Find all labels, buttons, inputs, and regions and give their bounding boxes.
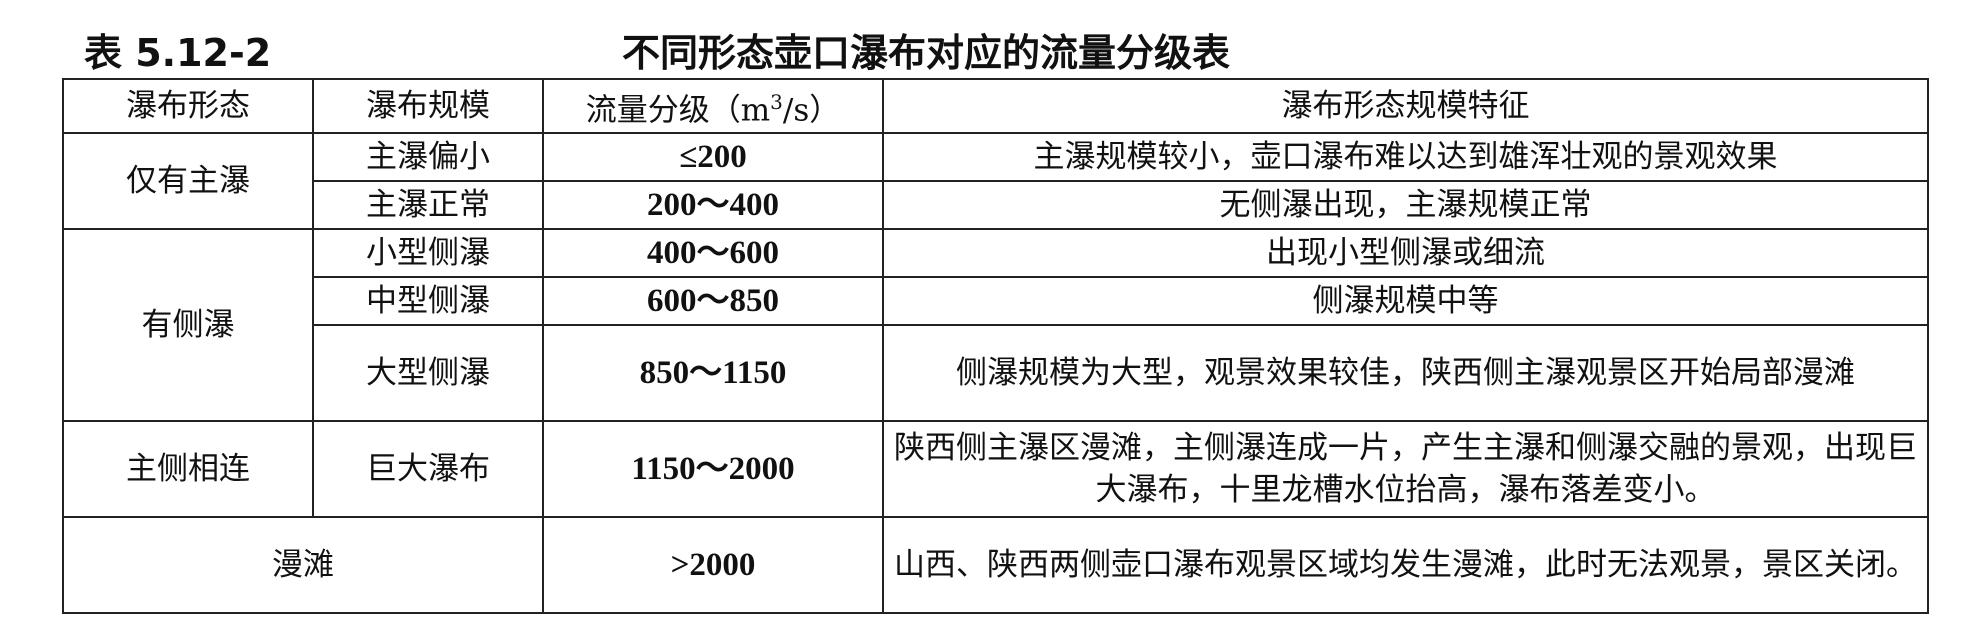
cell-feature: 主瀑规模较小，壶口瀑布难以达到雄浑壮观的景观效果 xyxy=(882,132,1929,183)
cell-feature: 无侧瀑出现，主瀑规模正常 xyxy=(882,180,1929,231)
cell-feature: 侧瀑规模中等 xyxy=(882,276,1929,327)
cell-scale: 主瀑正常 xyxy=(312,180,544,231)
cell-flow: ≤200 xyxy=(542,132,884,183)
cell-feature: 侧瀑规模为大型，观景效果较佳，陕西侧主瀑观景区开始局部漫滩 xyxy=(882,324,1929,423)
cell-scale: 中型侧瀑 xyxy=(312,276,544,327)
cell-form: 仅有主瀑 xyxy=(62,132,314,231)
header-scale: 瀑布规模 xyxy=(312,77,544,135)
header-flow-unit: /s） xyxy=(782,92,841,129)
table-row: 主瀑正常 200～400 无侧瀑出现，主瀑规模正常 xyxy=(63,180,1929,231)
table-number: 表 5.12-2 xyxy=(84,31,272,75)
cell-flow: 850～1150 xyxy=(542,324,884,423)
cell-flow: >2000 xyxy=(542,516,884,615)
cell-form: 有侧瀑 xyxy=(62,228,314,423)
table-header-row: 瀑布形态 瀑布规模 流量分级（m3/s） 瀑布形态规模特征 xyxy=(62,77,1929,135)
table-row: 中型侧瀑 600～850 侧瀑规模中等 xyxy=(63,276,1929,327)
table-row: 主侧相连 巨大瀑布 1150～2000 陕西侧主瀑区漫滩，主侧瀑连成一片，产生主… xyxy=(62,420,1929,519)
cell-form: 主侧相连 xyxy=(62,420,314,519)
header-flow-text: 流量分级（m xyxy=(585,92,771,129)
table-caption: 表 5.12-2 不同形态壶口瀑布对应的流量分级表 xyxy=(62,16,1927,76)
flow-classification-table: 瀑布形态 瀑布规模 流量分级（m3/s） 瀑布形态规模特征 仅有主瀑 主瀑偏小 … xyxy=(62,77,1929,615)
table-row: 仅有主瀑 主瀑偏小 ≤200 主瀑规模较小，壶口瀑布难以达到雄浑壮观的景观效果 xyxy=(62,132,1929,231)
cell-feature: 山西、陕西两侧壶口瀑布观景区域均发生漫滩，此时无法观景，景区关闭。 xyxy=(882,516,1929,615)
table-row: 大型侧瀑 850～1150 侧瀑规模为大型，观景效果较佳，陕西侧主瀑观景区开始局… xyxy=(63,324,1929,423)
cell-scale: 巨大瀑布 xyxy=(312,420,544,519)
cell-scale: 主瀑偏小 xyxy=(312,132,544,183)
header-feature: 瀑布形态规模特征 xyxy=(882,77,1929,135)
cell-feature: 出现小型侧瀑或细流 xyxy=(882,228,1929,279)
cell-form: 漫滩 xyxy=(62,516,544,615)
cell-feature: 陕西侧主瀑区漫滩，主侧瀑连成一片，产生主瀑和侧瀑交融的景观，出现巨大瀑布，十里龙… xyxy=(882,420,1929,519)
table-row: 有侧瀑 小型侧瀑 400～600 出现小型侧瀑或细流 xyxy=(62,228,1929,423)
cell-flow: 200～400 xyxy=(542,180,884,231)
table-row: 漫滩 >2000 山西、陕西两侧壶口瀑布观景区域均发生漫滩，此时无法观景，景区关… xyxy=(62,516,1929,615)
header-form: 瀑布形态 xyxy=(62,77,314,135)
table-title: 不同形态壶口瀑布对应的流量分级表 xyxy=(622,31,1231,75)
cell-flow: 400～600 xyxy=(542,228,884,279)
header-flow: 流量分级（m3/s） xyxy=(542,77,884,135)
cell-scale: 小型侧瀑 xyxy=(312,228,544,279)
cell-flow: 600～850 xyxy=(542,276,884,327)
cell-scale: 大型侧瀑 xyxy=(312,324,544,423)
header-flow-exponent: 3 xyxy=(770,90,783,114)
cell-flow: 1150～2000 xyxy=(542,420,884,519)
